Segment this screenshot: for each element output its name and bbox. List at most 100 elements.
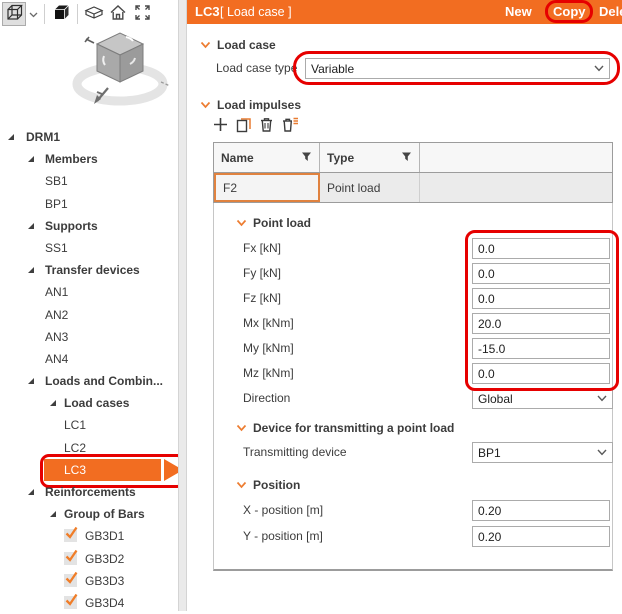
my-label: My [kNm] (243, 341, 294, 355)
property-panel: LC3 [ Load case ] New Copy Delete Load c… (187, 0, 622, 611)
fy-input[interactable]: 0.0 (472, 263, 610, 284)
my-input[interactable]: -15.0 (472, 338, 610, 359)
tree-item-gb3d3[interactable]: GB3D3 (0, 570, 178, 592)
column-header-empty (420, 143, 612, 172)
expand-arrow-icon[interactable] (28, 378, 34, 384)
toolbar-divider (77, 4, 78, 24)
tree-item-lc2[interactable]: LC2 (0, 437, 178, 459)
y-position-label: Y - position [m] (243, 529, 323, 543)
impulses-table: Name Type F2 Point load (213, 142, 613, 203)
mz-input[interactable]: 0.0 (472, 363, 610, 384)
tree-item-ss1[interactable]: SS1 (0, 237, 178, 259)
section-chevron-icon (200, 41, 211, 49)
table-header-row: Name Type (214, 143, 612, 173)
tree-item-lc1[interactable]: LC1 (0, 414, 178, 436)
checkbox-checked[interactable] (64, 529, 77, 542)
column-header-type[interactable]: Type (320, 143, 420, 172)
delete-button-impulse[interactable] (258, 116, 275, 136)
tree-item-an2[interactable]: AN2 (0, 304, 178, 326)
expand-arrow-icon[interactable] (50, 400, 56, 406)
panel-title: LC3 (195, 0, 220, 24)
filter-icon[interactable] (301, 151, 312, 165)
tree-item-group-of-bars[interactable]: Group of Bars (0, 503, 178, 525)
fz-label: Fz [kN] (243, 291, 281, 305)
pane-splitter[interactable] (178, 0, 187, 611)
chevron-down-icon (597, 449, 607, 456)
tree-item-load-cases[interactable]: Load cases (0, 392, 178, 414)
checkbox-checked[interactable] (64, 596, 77, 609)
section-transmitting-device[interactable]: Device for transmitting a point load (236, 421, 454, 435)
cell-empty[interactable] (420, 173, 612, 202)
direction-label: Direction (243, 391, 290, 405)
panel-subtitle: [ Load case ] (220, 0, 292, 24)
tree-item-drm1[interactable]: DRM1 (0, 126, 178, 148)
mx-input[interactable]: 20.0 (472, 313, 610, 334)
tree-item-gb3d1[interactable]: GB3D1 (0, 525, 178, 547)
load-case-type-label: Load case type (216, 61, 297, 75)
tree-item-lc3[interactable]: LC3 (0, 459, 178, 481)
wireframe-view-button[interactable] (2, 2, 26, 26)
chevron-down-icon (594, 65, 604, 72)
filter-icon[interactable] (401, 151, 412, 165)
transmitting-device-label: Transmitting device (243, 445, 347, 459)
impulse-toolbar (212, 116, 299, 136)
x-position-label: X - position [m] (243, 503, 323, 517)
project-tree: DRM1 Members SB1 BP1 Supports SS1 Transf… (0, 126, 178, 614)
section-point-load[interactable]: Point load (236, 216, 311, 230)
expand-icon (134, 4, 151, 24)
x-position-input[interactable]: 0.20 (472, 500, 610, 521)
section-chevron-icon (236, 219, 247, 227)
chevron-down-icon (597, 395, 607, 402)
row-detail-panel: Point load Fx [kN] 0.0 Fy [kN] 0.0 Fz [k… (213, 203, 613, 571)
fz-input[interactable]: 0.0 (472, 288, 610, 309)
section-load-case[interactable]: Load case (200, 38, 276, 52)
wireframe-cube-icon (5, 3, 24, 25)
fx-input[interactable]: 0.0 (472, 238, 610, 259)
tree-item-transfer-devices[interactable]: Transfer devices (0, 259, 178, 281)
cell-type[interactable]: Point load (320, 173, 420, 202)
tree-item-an3[interactable]: AN3 (0, 326, 178, 348)
expand-arrow-icon[interactable] (28, 223, 34, 229)
y-position-input[interactable]: 0.20 (472, 526, 610, 547)
tree-item-loads-and-combinations[interactable]: Loads and Combin... (0, 370, 178, 392)
tree-item-members[interactable]: Members (0, 148, 178, 170)
column-header-name[interactable]: Name (214, 143, 320, 172)
expand-arrow-icon[interactable] (8, 134, 14, 140)
navigation-cube[interactable] (64, 22, 172, 125)
section-chevron-icon (236, 424, 247, 432)
expand-arrow-icon[interactable] (28, 267, 34, 273)
add-button[interactable] (212, 116, 229, 136)
checkbox-checked[interactable] (64, 574, 77, 587)
section-chevron-icon (236, 481, 247, 489)
section-load-impulses[interactable]: Load impulses (200, 98, 301, 112)
orbit-dropdown-button[interactable] (26, 2, 40, 26)
duplicate-button[interactable] (235, 116, 252, 136)
checkbox-checked[interactable] (64, 552, 77, 565)
expand-arrow-icon[interactable] (28, 156, 34, 162)
expand-arrow-icon[interactable] (50, 511, 56, 517)
new-button[interactable]: New (505, 0, 532, 24)
home-icon (109, 4, 127, 24)
direction-select[interactable]: Global (472, 388, 613, 409)
delete-button[interactable]: Delete (599, 0, 622, 24)
viewport-pane: DRM1 Members SB1 BP1 Supports SS1 Transf… (0, 0, 178, 611)
delete-all-button[interactable] (281, 116, 299, 136)
tree-item-bp1[interactable]: BP1 (0, 193, 178, 215)
copy-button[interactable]: Copy (553, 0, 586, 24)
tree-item-reinforcements[interactable]: Reinforcements (0, 481, 178, 503)
transmitting-device-select[interactable]: BP1 (472, 442, 613, 463)
selected-item-highlight: LC3 (44, 459, 161, 481)
tree-item-an4[interactable]: AN4 (0, 348, 178, 370)
expand-arrow-icon[interactable] (28, 489, 34, 495)
tree-item-supports[interactable]: Supports (0, 215, 178, 237)
table-row[interactable]: F2 Point load (214, 173, 612, 202)
fx-label: Fx [kN] (243, 241, 281, 255)
tree-item-sb1[interactable]: SB1 (0, 170, 178, 192)
tree-item-an1[interactable]: AN1 (0, 281, 178, 303)
section-position[interactable]: Position (236, 478, 300, 492)
cell-name-selected[interactable]: F2 (214, 173, 320, 202)
tree-item-gb3d2[interactable]: GB3D2 (0, 548, 178, 570)
section-chevron-icon (200, 101, 211, 109)
fy-label: Fy [kN] (243, 266, 281, 280)
load-case-type-select[interactable]: Variable (305, 58, 610, 79)
